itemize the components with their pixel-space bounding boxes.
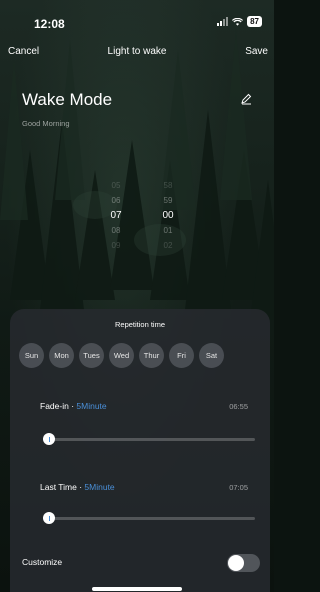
hour-option[interactable]: 06 xyxy=(101,193,131,208)
minute-picker[interactable]: 58 59 00 01 02 xyxy=(153,178,183,253)
day-wed[interactable]: Wed xyxy=(109,343,134,368)
slider-track xyxy=(43,438,255,441)
home-indicator[interactable] xyxy=(92,587,182,591)
fade-in-duration[interactable]: 5Minute xyxy=(76,401,106,411)
minute-option[interactable]: 59 xyxy=(153,193,183,208)
battery-icon: 87 xyxy=(247,16,262,27)
day-fri[interactable]: Fri xyxy=(169,343,194,368)
status-time: 12:08 xyxy=(34,17,65,31)
last-time-label: Last Time · 5Minute xyxy=(40,482,115,492)
slider-thumb[interactable] xyxy=(43,512,55,524)
minute-option[interactable]: 58 xyxy=(153,178,183,193)
page-title: Light to wake xyxy=(107,46,167,57)
day-thur[interactable]: Thur xyxy=(139,343,164,368)
hour-selected[interactable]: 07 xyxy=(101,208,131,223)
hour-option[interactable]: 09 xyxy=(101,238,131,253)
last-time-time: 07:05 xyxy=(229,483,248,492)
status-bar: 12:08 87 xyxy=(0,0,274,40)
last-time-duration[interactable]: 5Minute xyxy=(84,482,114,492)
hour-option[interactable]: 05 xyxy=(101,178,131,193)
last-time-slider[interactable] xyxy=(43,512,255,526)
day-mon[interactable]: Mon xyxy=(49,343,74,368)
minute-selected[interactable]: 00 xyxy=(153,208,183,223)
settings-panel: Repetition time Sun Mon Tues Wed Thur Fr… xyxy=(10,309,270,592)
cellular-signal-icon xyxy=(217,17,229,26)
light-to-wake-screen: 12:08 87 Cancel Light to wake Save Wake … xyxy=(0,0,274,592)
day-tues[interactable]: Tues xyxy=(79,343,104,368)
slider-track xyxy=(43,517,255,520)
status-icons: 87 xyxy=(217,16,262,27)
customize-label: Customize xyxy=(22,557,63,567)
hour-picker[interactable]: 05 06 07 08 09 xyxy=(101,178,131,253)
fade-in-slider[interactable] xyxy=(43,433,255,447)
fade-in-text: Fade-in xyxy=(40,401,69,411)
pencil-icon[interactable] xyxy=(240,93,252,105)
nav-bar: Cancel Light to wake Save xyxy=(0,46,274,62)
weekday-selector: Sun Mon Tues Wed Thur Fri Sat xyxy=(19,343,224,368)
minute-option[interactable]: 01 xyxy=(153,223,183,238)
toggle-knob xyxy=(228,555,244,571)
wifi-icon xyxy=(232,17,244,26)
day-sun[interactable]: Sun xyxy=(19,343,44,368)
minute-option[interactable]: 02 xyxy=(153,238,183,253)
repetition-title: Repetition time xyxy=(114,320,166,329)
customize-toggle[interactable] xyxy=(227,554,260,572)
day-sat[interactable]: Sat xyxy=(199,343,224,368)
fade-in-time: 06:55 xyxy=(229,402,248,411)
fade-in-label: Fade-in · 5Minute xyxy=(40,401,107,411)
save-button[interactable]: Save xyxy=(245,46,268,57)
slider-thumb[interactable] xyxy=(43,433,55,445)
wake-mode-title: Wake Mode xyxy=(22,90,113,109)
wake-mode-subtitle: Good Morning xyxy=(22,119,70,128)
hour-option[interactable]: 08 xyxy=(101,223,131,238)
last-time-text: Last Time xyxy=(40,482,77,492)
